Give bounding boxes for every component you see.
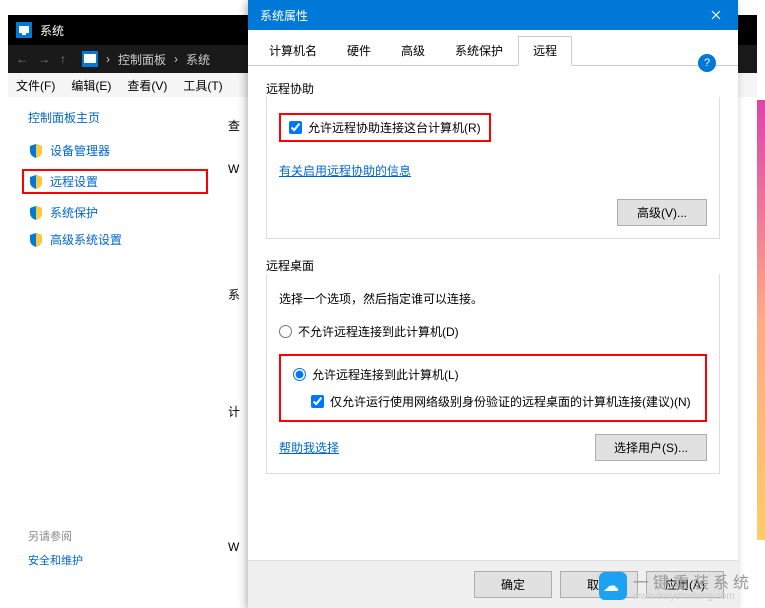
tab-advanced[interactable]: 高级 (386, 36, 440, 65)
help-me-choose-link[interactable]: 帮助我选择 (279, 439, 339, 456)
nla-input[interactable] (311, 395, 324, 408)
remote-desktop-desc: 选择一个选项，然后指定谁可以连接。 (279, 290, 707, 307)
allow-remote-radio[interactable]: 允许远程连接到此计算机(L) (293, 366, 693, 383)
dialog-tabs: 计算机名 硬件 高级 系统保护 远程 (248, 30, 738, 66)
breadcrumb-1[interactable]: 控制面板 (118, 51, 166, 68)
remote-assist-info-link[interactable]: 有关启用远程协助的信息 (279, 162, 411, 179)
remote-desktop-section: 选择一个选项，然后指定谁可以连接。 不允许远程连接到此计算机(D) 允许远程连接… (266, 274, 720, 474)
bg-title: 系统 (40, 22, 64, 39)
ok-button[interactable]: 确定 (474, 571, 552, 598)
shield-icon (28, 174, 44, 190)
related-title: 另请参阅 (28, 528, 208, 544)
sidebar-item-label: 设备管理器 (50, 142, 110, 159)
breadcrumb-2[interactable]: 系统 (186, 51, 210, 68)
sidebar-item-label: 远程设置 (50, 173, 98, 190)
remote-assist-label: 远程协助 (266, 80, 720, 97)
menu-edit[interactable]: 编辑(E) (71, 77, 111, 94)
system-properties-dialog: 系统属性 计算机名 硬件 高级 系统保护 远程 ? 远程协助 允许远程协助连接这… (248, 0, 738, 608)
allow-remote-assist-checkbox[interactable]: 允许远程协助连接这台计算机(R) (289, 119, 481, 136)
help-icon[interactable]: ? (698, 54, 716, 72)
menu-view[interactable]: 查看(V) (127, 77, 167, 94)
sidebar-title[interactable]: 控制面板主页 (28, 109, 208, 126)
remote-desktop-label: 远程桌面 (266, 257, 720, 274)
remote-assist-section: 允许远程协助连接这台计算机(R) 有关启用远程协助的信息 高级(V)... (266, 97, 720, 239)
nla-checkbox[interactable]: 仅允许运行使用网络级别身份验证的远程桌面的计算机连接(建议)(N) (311, 393, 693, 410)
tab-computer-name[interactable]: 计算机名 (254, 36, 332, 65)
right-edge-decoration (757, 100, 765, 540)
disallow-remote-input[interactable] (279, 325, 292, 338)
up-arrow-icon[interactable]: ↑ (60, 52, 74, 66)
dialog-titlebar: 系统属性 (248, 0, 738, 30)
path-icon (82, 51, 98, 67)
advanced-button[interactable]: 高级(V)... (617, 199, 707, 226)
sidebar-item-label: 高级系统设置 (50, 231, 122, 248)
dialog-body: 远程协助 允许远程协助连接这台计算机(R) 有关启用远程协助的信息 高级(V).… (248, 66, 738, 560)
watermark: ☁ 一键重装系统 www.baiyunxitong.com (599, 569, 753, 602)
menu-tools[interactable]: 工具(T) (183, 77, 222, 94)
tab-hardware[interactable]: 硬件 (332, 36, 386, 65)
allow-remote-assist-input[interactable] (289, 121, 302, 134)
sidebar-item-device-manager[interactable]: 设备管理器 (28, 142, 208, 159)
tab-system-protection[interactable]: 系统保护 (440, 36, 518, 65)
disallow-remote-radio[interactable]: 不允许远程连接到此计算机(D) (279, 323, 707, 340)
sidebar-item-remote-settings[interactable]: 远程设置 (22, 169, 208, 194)
tab-remote[interactable]: 远程 (518, 36, 572, 66)
select-users-button[interactable]: 选择用户(S)... (595, 434, 707, 461)
sidebar-item-advanced-settings[interactable]: 高级系统设置 (28, 231, 208, 248)
back-arrow-icon[interactable]: ← (16, 52, 30, 66)
dialog-title: 系统属性 (260, 7, 308, 24)
related-link[interactable]: 安全和维护 (28, 552, 208, 568)
close-button[interactable] (693, 0, 738, 30)
menu-file[interactable]: 文件(F) (16, 77, 55, 94)
forward-arrow-icon[interactable]: → (38, 52, 52, 66)
system-icon (16, 22, 32, 38)
bg-sidebar: 控制面板主页 设备管理器 远程设置 系统保护 高级系统设置 另请参阅 安全和维护 (8, 97, 228, 586)
close-icon (711, 10, 721, 20)
shield-icon (28, 143, 44, 159)
watermark-icon: ☁ (599, 572, 627, 600)
allow-remote-input[interactable] (293, 368, 306, 381)
shield-icon (28, 205, 44, 221)
sidebar-item-system-protection[interactable]: 系统保护 (28, 204, 208, 221)
sidebar-item-label: 系统保护 (50, 204, 98, 221)
shield-icon (28, 232, 44, 248)
